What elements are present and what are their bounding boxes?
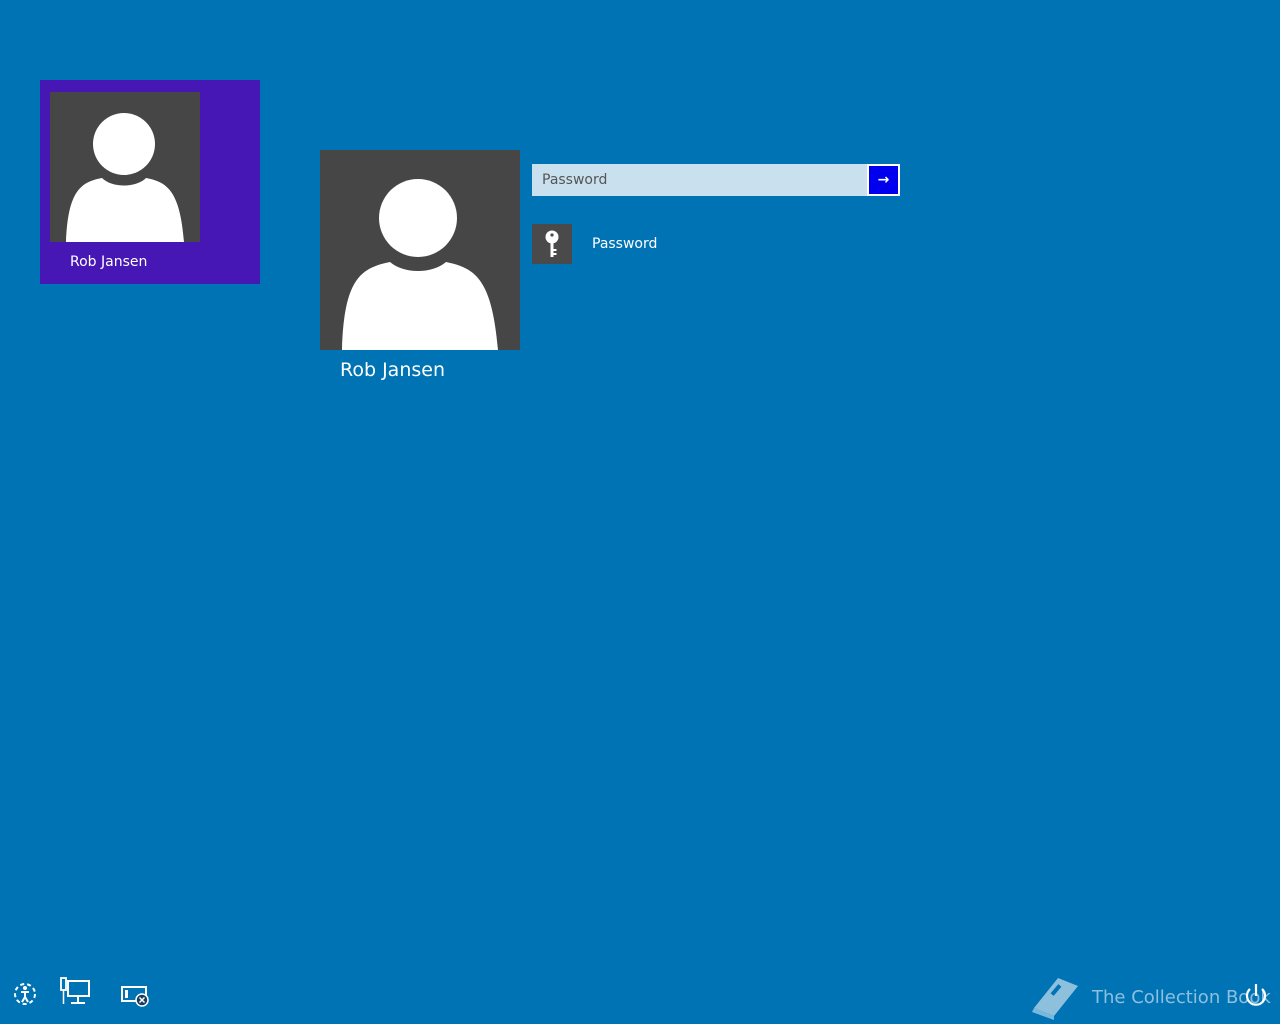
lock-screen: Rob Jansen Rob Jansen → Password The Col… xyxy=(0,0,1280,1024)
power-icon[interactable] xyxy=(1240,980,1272,1012)
submit-button[interactable]: → xyxy=(867,164,900,196)
signin-option-label: Password xyxy=(592,236,658,252)
network-icon[interactable] xyxy=(58,976,92,1008)
selected-user-avatar-icon xyxy=(320,150,520,350)
arrow-right-icon: → xyxy=(877,172,890,188)
watermark: The Collection Book xyxy=(1028,974,1271,1020)
book-icon xyxy=(1032,978,1078,1020)
user-avatar-icon xyxy=(50,92,200,242)
selected-user-name: Rob Jansen xyxy=(340,359,445,381)
password-input[interactable] xyxy=(532,164,867,196)
user-tile-name: Rob Jansen xyxy=(70,254,148,270)
ease-of-access-icon[interactable] xyxy=(10,980,40,1008)
user-tile-rob-jansen[interactable]: Rob Jansen xyxy=(40,80,260,284)
key-icon xyxy=(532,224,572,264)
screenshot-icon[interactable] xyxy=(118,980,156,1012)
password-form: → xyxy=(532,164,900,196)
signin-option-password[interactable]: Password xyxy=(532,224,732,264)
